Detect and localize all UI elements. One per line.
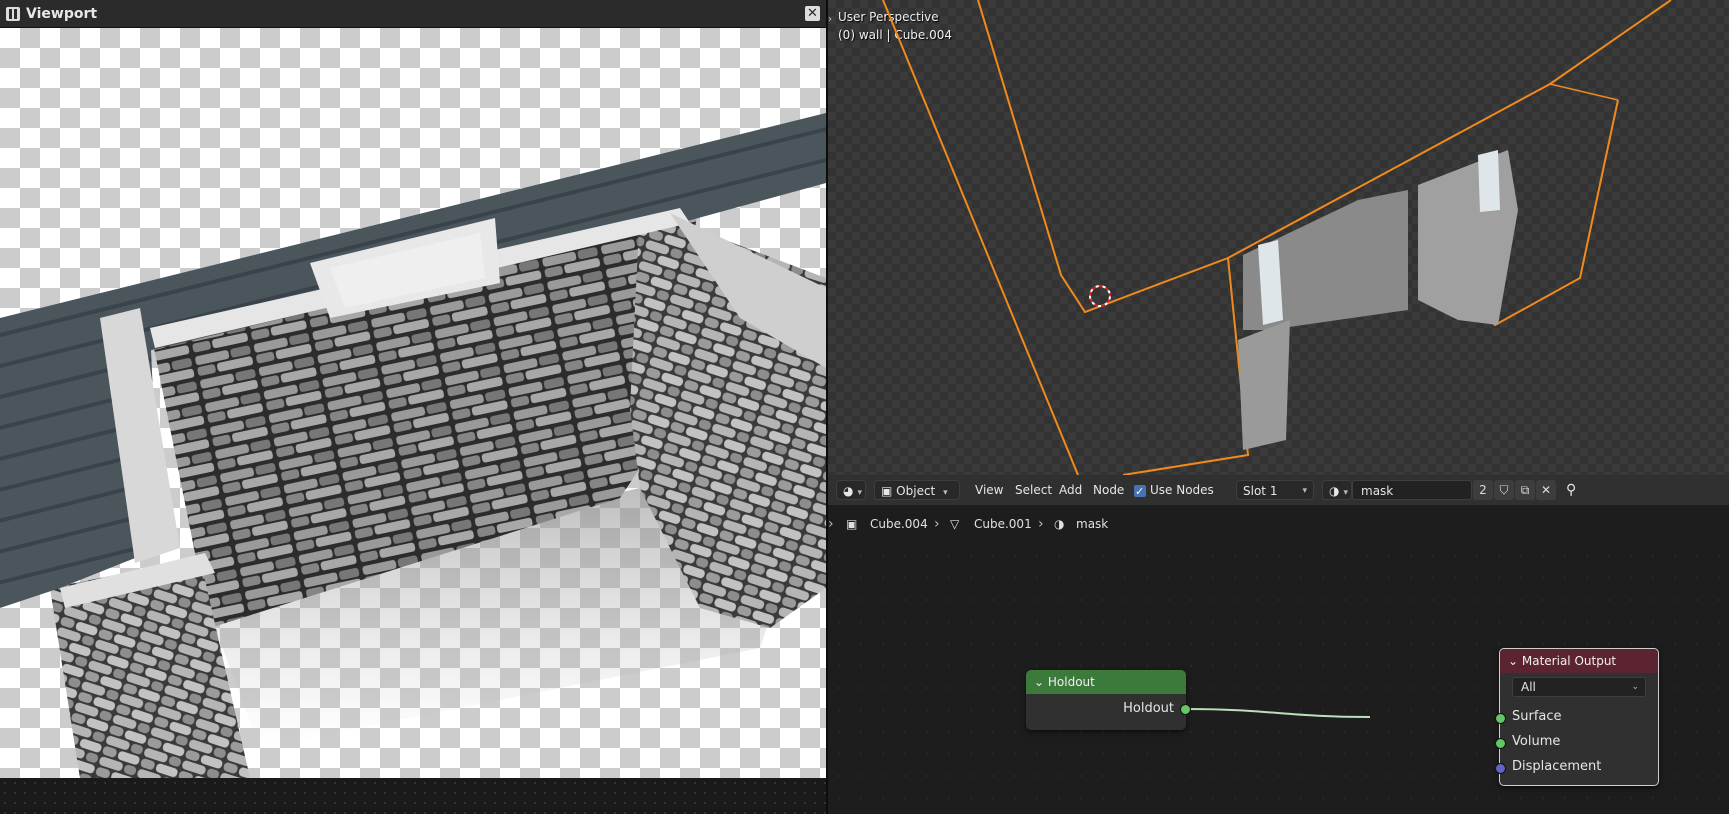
chevron-down-icon[interactable]: ⌄ [1034,675,1044,689]
use-nodes-toggle[interactable]: Use Nodes [1134,480,1214,502]
unlink-material-icon[interactable]: ✕ [1536,480,1556,500]
material-output-node-header[interactable]: ⌄ Material Output [1500,649,1658,673]
duplicate-material-icon[interactable]: ⧉ [1515,480,1535,500]
chevron-down-icon: ⌄ [1631,682,1639,692]
target-dropdown[interactable]: All ⌄ [1512,677,1646,697]
volume-input-socket[interactable] [1495,738,1506,749]
chevron-down-icon: ▾ [1302,486,1307,496]
material-sphere-icon: ◑ [1329,484,1340,498]
surface-input-socket[interactable] [1495,713,1506,724]
holdout-output-label: Holdout [1123,701,1174,716]
editor-type-dropdown[interactable]: ◕ ▾ [836,480,866,500]
status-bar [0,778,826,814]
menu-node[interactable]: Node [1089,480,1128,500]
chevron-down-icon: ▾ [857,488,863,498]
material-output-node[interactable]: ⌄ Material Output All ⌄ Surface Volume D… [1495,648,1659,786]
object-icon: ▣ [846,517,858,531]
user-count-badge[interactable]: 2 [1473,480,1493,500]
displacement-input-label: Displacement [1512,759,1602,774]
object-icon: ▣ [881,484,893,498]
window-titlebar[interactable]: Viewport ✕ [0,0,826,28]
window-icon [6,6,20,21]
shader-type-dropdown[interactable]: ▣ Object ▾ [874,480,960,500]
holdout-output-socket[interactable] [1180,704,1191,715]
breadcrumb-object: Cube.004 [870,517,928,531]
render-window: Viewport ✕ [0,0,826,814]
breadcrumb-mesh: Cube.001 [974,517,1032,531]
material-output-node-title: Material Output [1521,654,1617,668]
holdout-node-header[interactable]: ⌄ Holdout [1026,670,1186,694]
material-sphere-icon: ◑ [1054,517,1065,531]
node-editor-header: ◕▾ ▣ Object ▾ View Select Add Node Use N… [828,475,1729,506]
holdout-node-title: Holdout [1047,675,1095,689]
menu-add[interactable]: Add [1055,480,1086,500]
chevron-down-icon: ▾ [1343,488,1349,498]
browse-material-button[interactable]: ◑ ▾ [1322,480,1352,500]
displacement-input-socket[interactable] [1495,763,1506,774]
slot-dropdown[interactable]: Slot 1 ▾ [1236,480,1314,500]
node-canvas[interactable]: ⌄ Holdout Holdout ⌄ Material Output All … [828,545,1729,814]
3d-viewport[interactable]: › User Perspective (0) wall | Cube.004 [828,0,1729,475]
chevron-down-icon: ▾ [943,488,948,498]
checkbox-icon[interactable] [1134,482,1146,502]
chevron-right-icon[interactable]: › [828,516,834,532]
chevron-right-icon: › [1038,516,1044,532]
volume-input-label: Volume [1512,734,1561,749]
close-window-button[interactable]: ✕ [805,6,820,21]
breadcrumb-material: mask [1076,517,1109,531]
slot-label: Slot 1 [1243,484,1278,498]
chevron-down-icon[interactable]: ⌄ [1508,654,1518,668]
surface-input-label: Surface [1512,709,1562,724]
target-label: All [1521,680,1536,694]
material-name-field[interactable]: mask [1352,480,1472,500]
pin-icon[interactable]: ⚲ [1566,480,1576,500]
render-image [0,113,826,778]
menu-view[interactable]: View [971,480,1007,500]
shader-type-label: Object [896,484,936,498]
holdout-node[interactable]: ⌄ Holdout Holdout [1026,670,1191,730]
render-preview [0,28,826,778]
mesh-icon: ▽ [950,517,960,531]
breadcrumb: › ▣ Cube.004 › ▽ Cube.001 › ◑ mask [828,505,1729,545]
scene-view [882,0,1672,475]
fake-user-shield-icon[interactable]: ⛉ [1494,480,1514,500]
editor-type-icon: ◕ [843,484,854,498]
use-nodes-label: Use Nodes [1150,483,1214,497]
chevron-right-icon: › [934,516,940,532]
menu-select[interactable]: Select [1011,480,1056,500]
window-title: Viewport [26,5,98,22]
